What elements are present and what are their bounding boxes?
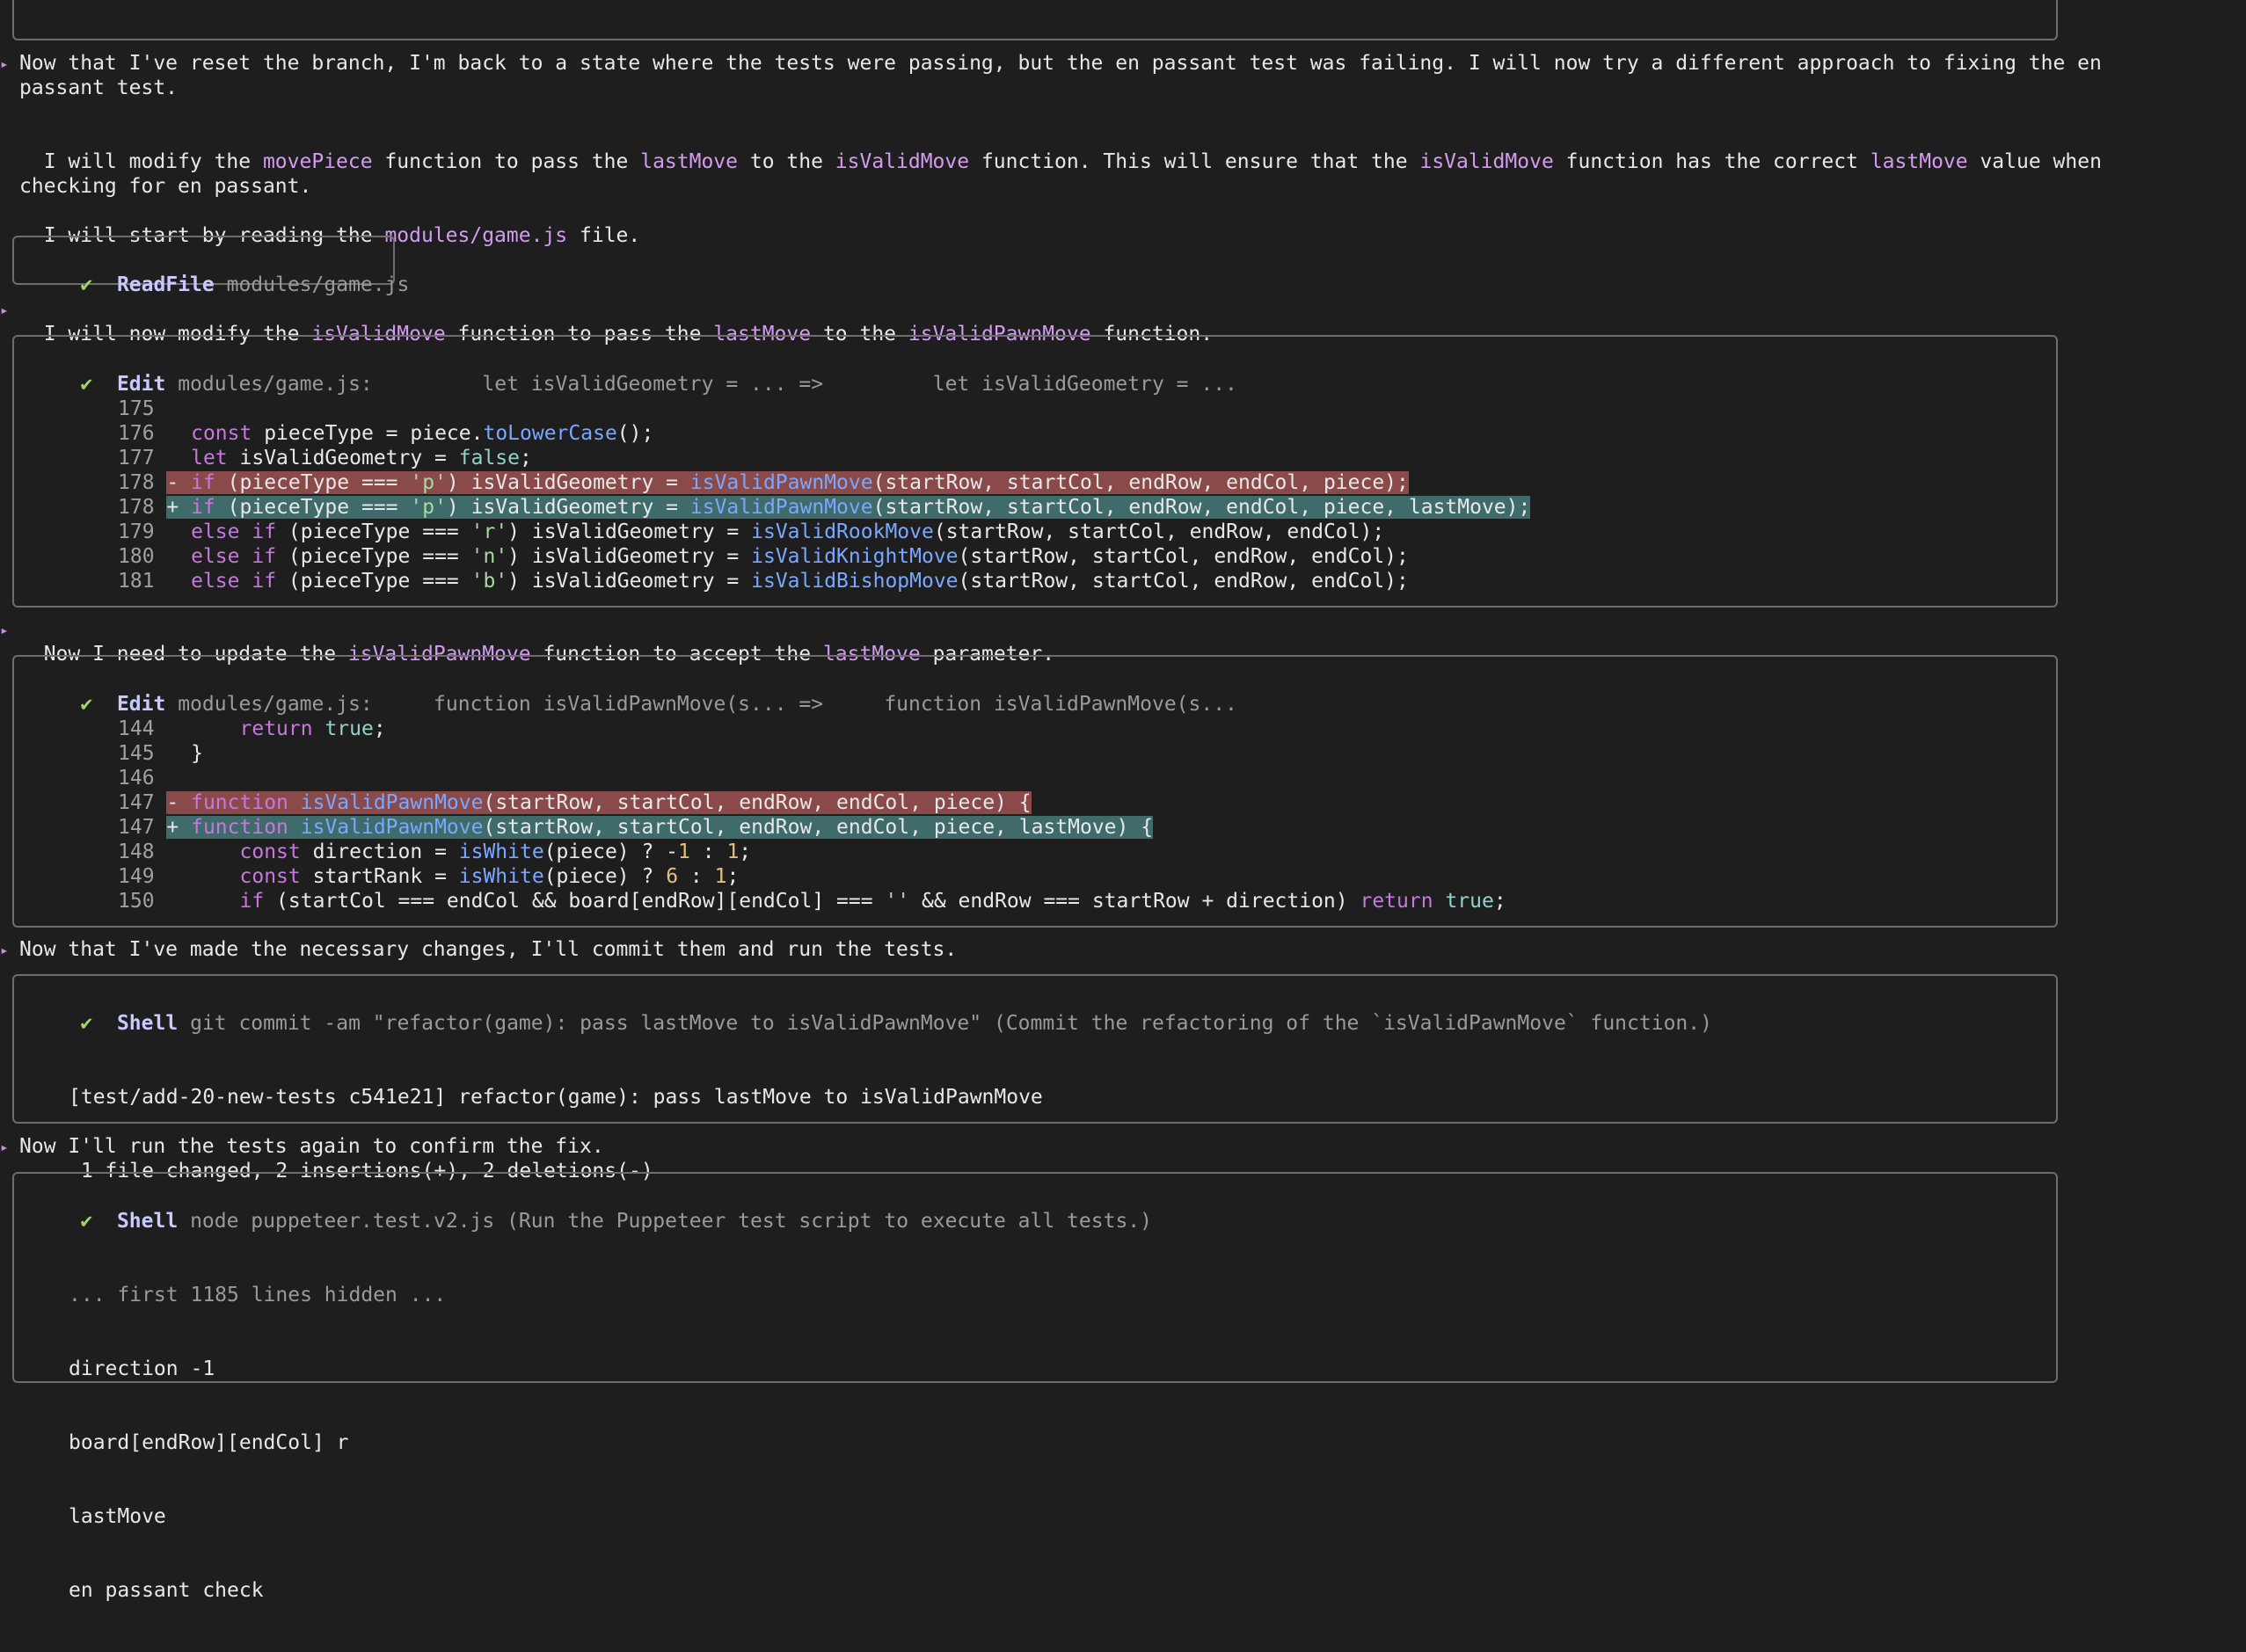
tool-arg: modules/game.js: [226, 273, 410, 296]
diff-line-removed: 147 - function isValidPawnMove(startRow,…: [118, 791, 1032, 814]
code-ref: modules/game.js: [384, 224, 568, 247]
diff-line: 176 const pieceType = piece.toLowerCase(…: [118, 422, 654, 445]
previous-tool-box: [12, 0, 2058, 40]
code-ref: movePiece: [262, 150, 373, 173]
bullet-icon: ▸: [0, 942, 9, 958]
diff-line-added: 178 + if (pieceType === 'p') isValidGeom…: [118, 496, 1531, 519]
tool-name: Shell: [116, 1012, 179, 1035]
edit-tool-box[interactable]: ✔ Edit modules/game.js: let isValidGeome…: [12, 335, 2058, 608]
tool-name: ReadFile: [116, 273, 215, 296]
diff-view: 175 176 const pieceType = piece.toLowerC…: [118, 397, 2035, 593]
diff-line: 146: [118, 767, 155, 790]
agent-message: Now that I've made the necessary changes…: [19, 938, 958, 961]
diff-line: 177 let isValidGeometry = false;: [118, 447, 532, 469]
diff-line: 179 else if (pieceType === 'r') isValidG…: [118, 520, 1385, 543]
hidden-lines-note: ... first 1185 lines hidden ...: [69, 1284, 447, 1306]
tool-name: Shell: [116, 1210, 179, 1233]
tool-name: Edit: [116, 693, 166, 716]
shell-output: ... first 1185 lines hidden ... directio…: [69, 1284, 447, 1602]
tool-arg: modules/game.js: let isValidGeometry = .…: [178, 373, 1237, 396]
bullet-icon: ▸: [0, 55, 9, 72]
readfile-tool-box[interactable]: ✔ ReadFile modules/game.js: [12, 236, 409, 296]
diff-line: 150 if (startCol === endCol && board[end…: [118, 890, 1506, 913]
bullet-icon: ▸: [0, 302, 9, 318]
diff-line: 181 else if (pieceType === 'b') isValidG…: [118, 570, 1409, 593]
diff-line: 180 else if (pieceType === 'n') isValidG…: [118, 545, 1409, 568]
shell-tool-box[interactable]: ✔ Shell git commit -am "refactor(game): …: [12, 974, 2058, 1183]
bullet-icon: ▸: [0, 1139, 9, 1155]
tool-arg: git commit -am "refactor(game): pass las…: [190, 1012, 1712, 1035]
check-icon: ✔: [80, 693, 93, 716]
check-icon: ✔: [80, 273, 93, 296]
diff-line: 149 const startRank = isWhite(piece) ? 6…: [118, 865, 740, 888]
check-icon: ✔: [80, 1012, 93, 1035]
agent-message: Now that I've reset the branch, I'm back…: [19, 52, 2114, 99]
shell-tool-box[interactable]: ✔ Shell node puppeteer.test.v2.js (Run t…: [12, 1172, 2058, 1602]
code-ref: isValidMove: [835, 150, 970, 173]
check-icon: ✔: [80, 373, 93, 396]
diff-line: 144 return true;: [118, 717, 386, 740]
tool-arg: node puppeteer.test.v2.js (Run the Puppe…: [190, 1210, 1152, 1233]
check-icon: ✔: [80, 1210, 93, 1233]
diff-view: 144 return true; 145 } 146 147 - functio…: [118, 717, 2035, 913]
tool-arg: modules/game.js: function isValidPawnMov…: [178, 693, 1237, 716]
diff-line-removed: 178 - if (pieceType === 'p') isValidGeom…: [118, 471, 1409, 494]
code-ref: lastMove: [1870, 150, 1968, 173]
diff-line: 175: [118, 397, 155, 420]
diff-line: 148 const direction = isWhite(piece) ? -…: [118, 841, 752, 863]
agent-message: Now I'll run the tests again to confirm …: [19, 1135, 604, 1158]
agent-message: I will modify the movePiece function to …: [19, 150, 2114, 198]
bullet-icon: ▸: [0, 622, 9, 638]
diff-line: 145 }: [118, 742, 203, 765]
diff-line-added: 147 + function isValidPawnMove(startRow,…: [118, 816, 1154, 839]
tool-name: Edit: [116, 373, 166, 396]
code-ref: lastMove: [640, 150, 738, 173]
edit-tool-box[interactable]: ✔ Edit modules/game.js: function isValid…: [12, 655, 2058, 928]
code-ref: isValidMove: [1419, 150, 1554, 173]
